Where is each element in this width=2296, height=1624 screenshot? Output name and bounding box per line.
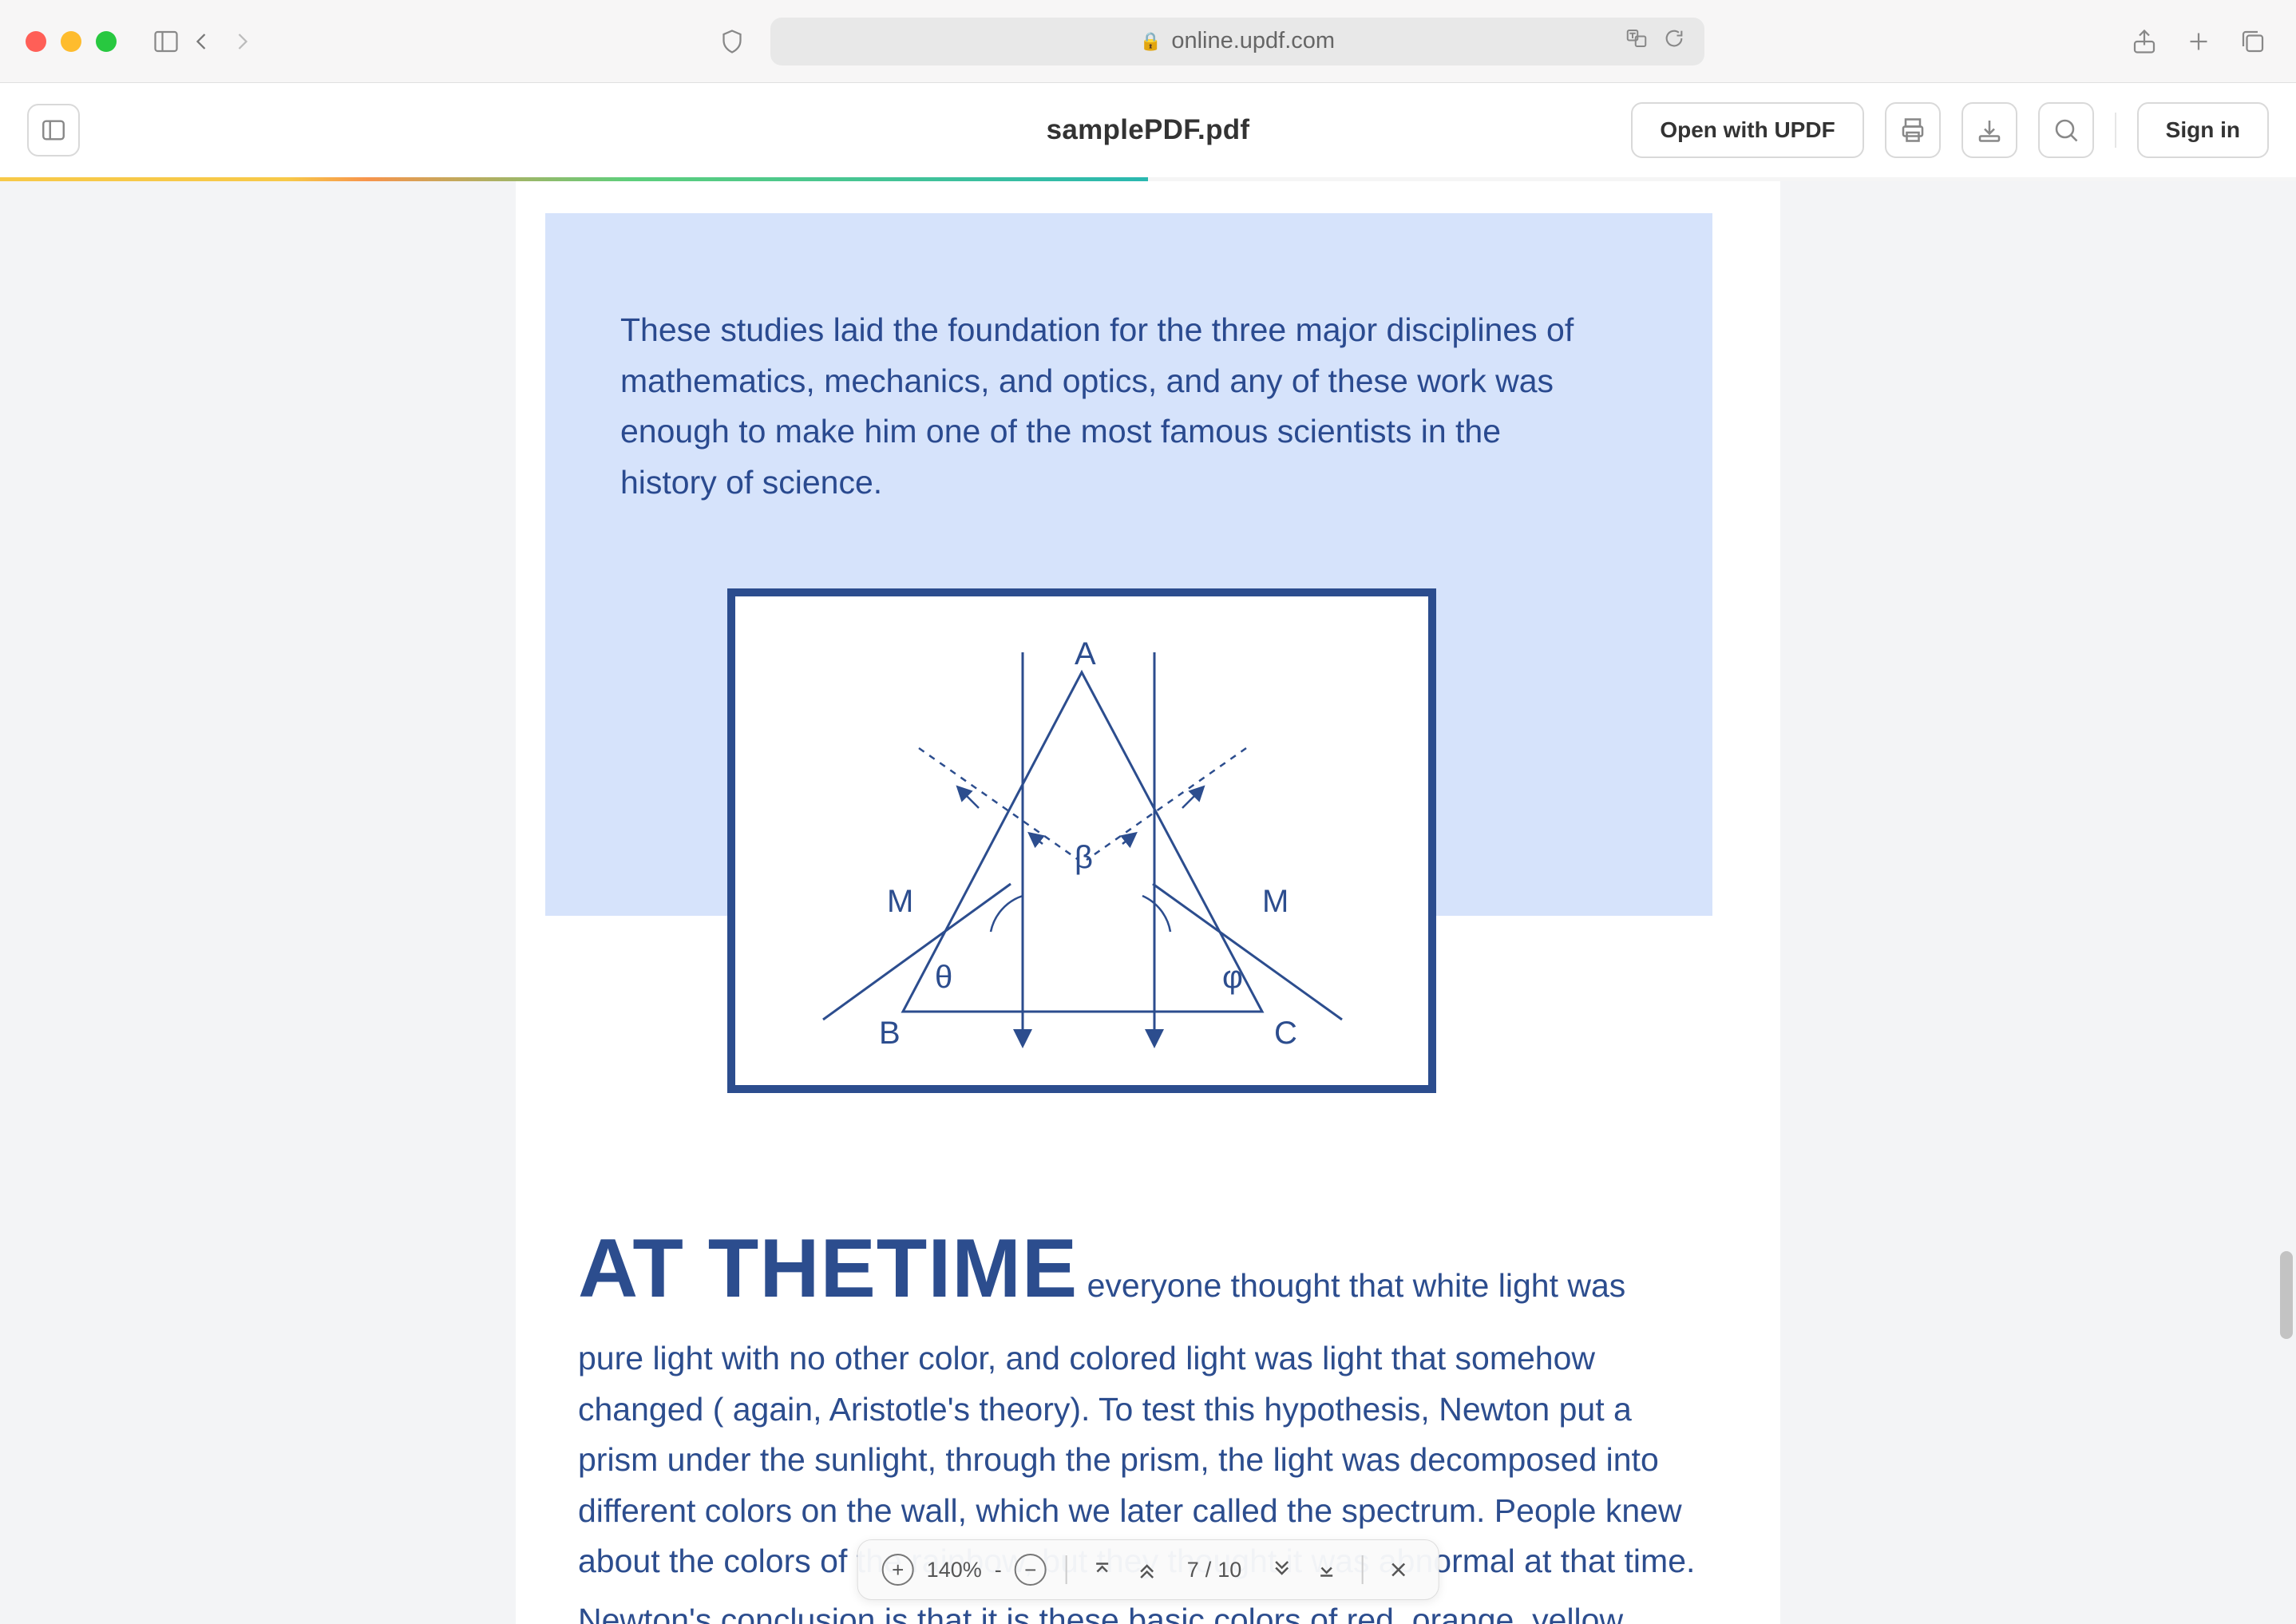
scrollbar-thumb[interactable] [2280, 1251, 2293, 1339]
current-page[interactable]: 7 [1187, 1558, 1199, 1582]
download-button[interactable] [1961, 102, 2017, 158]
bar-divider [1066, 1555, 1067, 1584]
print-button[interactable] [1885, 102, 1941, 158]
zoom-page-control: + 140% - − 7 / 10 [857, 1539, 1439, 1600]
prism-diagram: A B C M M β θ φ [727, 588, 1436, 1093]
privacy-shield-icon[interactable] [715, 24, 750, 59]
page-sep: / [1205, 1558, 1212, 1582]
diagram-label-phi: φ [1222, 960, 1243, 995]
diagram-label-C: C [1274, 1016, 1297, 1051]
window-minimize-button[interactable] [61, 31, 81, 52]
pdf-page: These studies laid the foundation for th… [516, 181, 1780, 1624]
sidebar-toggle-icon[interactable] [148, 24, 184, 59]
zoom-range-dash: - [995, 1558, 1002, 1582]
prev-page-button[interactable] [1131, 1558, 1163, 1582]
app-toolbar: samplePDF.pdf Open with UPDF Sign in [0, 83, 2296, 177]
diagram-label-beta: β [1075, 840, 1093, 875]
zoom-in-button[interactable]: + [882, 1554, 914, 1586]
zoom-out-button[interactable]: − [1015, 1554, 1047, 1586]
share-icon[interactable] [2127, 24, 2162, 59]
new-tab-icon[interactable] [2181, 24, 2216, 59]
diagram-label-M-right: M [1262, 884, 1289, 919]
section-heading: AT THETIME [578, 1222, 1078, 1315]
last-page-button[interactable] [1310, 1558, 1342, 1582]
highlight-text: These studies laid the foundation for th… [620, 305, 1578, 508]
back-button[interactable] [184, 24, 219, 59]
diagram-label-M-left: M [887, 884, 913, 919]
window-zoom-button[interactable] [96, 31, 117, 52]
translate-icon[interactable] [1625, 26, 1649, 57]
total-pages: 10 [1217, 1558, 1241, 1582]
close-bar-button[interactable] [1382, 1558, 1414, 1582]
first-page-button[interactable] [1087, 1558, 1118, 1582]
pdf-viewer[interactable]: These studies laid the foundation for th… [0, 181, 2296, 1624]
open-with-label: Open with UPDF [1660, 117, 1835, 143]
url-text: online.updf.com [1171, 28, 1335, 54]
url-bar[interactable]: 🔒 online.updf.com [770, 18, 1704, 65]
open-with-updf-button[interactable]: Open with UPDF [1631, 102, 1863, 158]
search-button[interactable] [2038, 102, 2094, 158]
forward-button[interactable] [225, 24, 260, 59]
lock-icon: 🔒 [1140, 31, 1162, 52]
traffic-lights [26, 31, 117, 52]
panel-toggle-button[interactable] [27, 104, 80, 156]
sign-in-button[interactable]: Sign in [2137, 102, 2269, 158]
diagram-label-B: B [879, 1016, 901, 1051]
next-page-button[interactable] [1265, 1558, 1297, 1582]
toolbar-divider [2115, 113, 2116, 148]
browser-chrome: 🔒 online.updf.com [0, 0, 2296, 83]
sign-in-label: Sign in [2166, 117, 2240, 143]
bar-divider [1361, 1555, 1363, 1584]
reload-icon[interactable] [1663, 27, 1685, 56]
diagram-label-A: A [1075, 636, 1096, 671]
document-title: samplePDF.pdf [1047, 114, 1250, 146]
window-close-button[interactable] [26, 31, 46, 52]
diagram-label-theta: θ [935, 960, 952, 995]
tabs-icon[interactable] [2235, 24, 2270, 59]
zoom-level: 140% [927, 1558, 982, 1582]
